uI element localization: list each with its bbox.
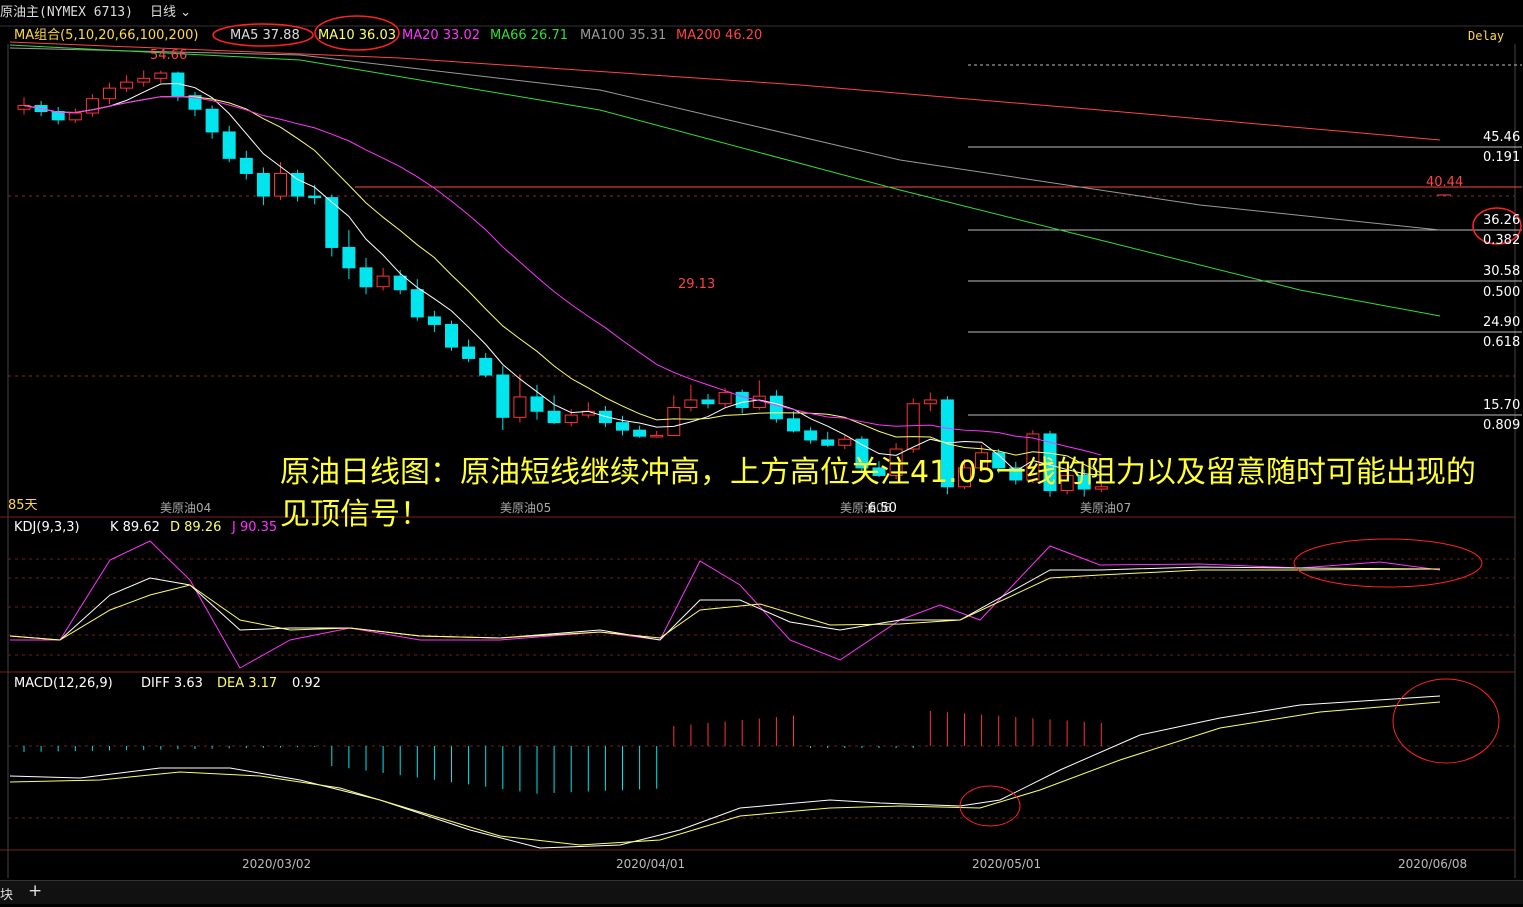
candle-body — [923, 399, 937, 405]
fib-price: 30.58 — [1483, 264, 1521, 279]
candle-body — [308, 195, 322, 199]
mid-price-marker: 29.13 — [678, 277, 716, 292]
candle-body — [530, 396, 544, 412]
candle-body — [684, 399, 698, 409]
ma10-label: MA10 36.03 — [318, 28, 396, 43]
ma200-line — [9, 41, 1441, 141]
ma66-line — [9, 44, 1441, 317]
candle-body — [103, 87, 116, 100]
ma10-line — [23, 96, 1102, 474]
ma20-line — [23, 96, 1102, 456]
period-label: 日线 — [150, 5, 177, 20]
date-label: 2020/03/02 — [242, 857, 312, 871]
period-selector[interactable]: 日线 ⌄ — [150, 0, 191, 26]
candle-body — [154, 72, 168, 79]
date-label: 2020/04/01 — [616, 857, 686, 871]
fib-ratio: 0.191 — [1483, 150, 1521, 165]
candle-body — [804, 430, 818, 441]
highlight-circle — [959, 785, 1021, 827]
ma66-label: MA66 26.71 — [490, 28, 568, 43]
candle-body — [274, 172, 287, 197]
kdj-name[interactable]: KDJ(9,3,3) — [14, 520, 80, 536]
candle-body — [564, 414, 578, 424]
candle-body — [718, 391, 732, 405]
candle-body — [547, 410, 561, 424]
high-price-marker: 54.66 — [150, 48, 188, 63]
analysis-annotation: 原油日线图：原油短线继续冲高，上方高位关注41.05一线的阻力以及留意随时可能出… — [280, 452, 1495, 536]
candle-body — [205, 108, 219, 133]
ma5-label: MA5 37.88 — [230, 28, 300, 43]
symbol-title: 原油主(NYMEX 6713) — [0, 5, 133, 20]
macd-name[interactable]: MACD(12,26,9) — [14, 676, 113, 692]
ma200-label: MA200 46.20 — [676, 28, 763, 43]
delay-badge: Delay — [1468, 29, 1505, 43]
candle-body — [769, 395, 783, 420]
macd-value: 0.92 — [292, 676, 321, 691]
bottom-bar: 块 + — [0, 880, 1523, 904]
candle-body — [838, 438, 852, 446]
chevron-down-icon: ⌄ — [180, 5, 192, 20]
fib-ratio: 0.382 — [1483, 233, 1521, 248]
fib-price: 15.70 — [1483, 398, 1521, 413]
candle-body — [906, 403, 920, 450]
fib-price: 45.46 — [1483, 130, 1521, 145]
toolbar: 原油主(NYMEX 6713) 日线 ⌄ — [0, 0, 1523, 26]
candle-body — [427, 316, 441, 325]
fib-ratio: 0.500 — [1483, 285, 1521, 300]
kdj-k: K 89.62 — [110, 520, 160, 535]
candle-body — [239, 157, 253, 174]
last-price-marker: 40.44 — [1426, 175, 1464, 190]
candle-body — [787, 418, 800, 432]
fib-ratio: 0.809 — [1483, 418, 1521, 433]
candle-body — [393, 275, 407, 291]
add-tab-icon[interactable]: + — [28, 881, 42, 901]
ma20-label: MA20 33.02 — [402, 28, 480, 43]
candle-body — [821, 439, 835, 446]
highlight-circle — [1392, 678, 1500, 764]
ma-combo-label[interactable]: MA组合(5,10,20,66,100,200) — [14, 28, 198, 44]
date-label: 2020/05/01 — [972, 857, 1042, 871]
candle-body — [616, 422, 629, 431]
fib-ratio: 0.618 — [1483, 335, 1521, 350]
kdj-j: J 90.35 — [232, 520, 278, 535]
candle-body — [650, 434, 664, 438]
candle-body — [222, 131, 236, 159]
candle-body — [496, 374, 510, 418]
candle-body — [68, 112, 82, 121]
candle-body — [359, 267, 373, 288]
days-label: 85天 — [8, 498, 38, 513]
fib-price: 24.90 — [1483, 315, 1521, 330]
kdj-d-line — [9, 568, 1441, 641]
candle-body — [479, 357, 493, 376]
fib-price: 36.26 — [1483, 213, 1521, 228]
annotation-text: 原油日线图：原油短线继续冲高，上方高位关注41.05一线的阻力以及留意随时可能出… — [280, 455, 1476, 532]
candle-body — [410, 289, 424, 318]
candle-body — [137, 77, 151, 83]
candle-body — [256, 172, 270, 197]
candle-body — [513, 396, 527, 418]
candle-body — [633, 429, 647, 437]
macd-dea: DEA 3.17 — [217, 676, 278, 691]
candle-body — [667, 407, 681, 436]
candle-body — [462, 346, 476, 359]
candle-body — [701, 399, 715, 405]
candle-body — [445, 323, 458, 348]
candle-body — [376, 275, 390, 288]
candle-body — [342, 246, 356, 269]
candle-body — [120, 81, 134, 89]
macd-diff: DIFF 3.63 — [141, 676, 203, 691]
kdj-d: D 89.26 — [170, 520, 222, 535]
ma100-label: MA100 35.31 — [580, 28, 667, 43]
month-label: 美原油04 — [160, 501, 212, 515]
ma5-line — [23, 82, 1102, 476]
bottom-tab[interactable]: 块 — [0, 884, 13, 903]
date-label: 2020/06/08 — [1398, 857, 1468, 871]
kdj-j-line — [10, 540, 1441, 669]
macd-diff-line — [9, 695, 1441, 849]
